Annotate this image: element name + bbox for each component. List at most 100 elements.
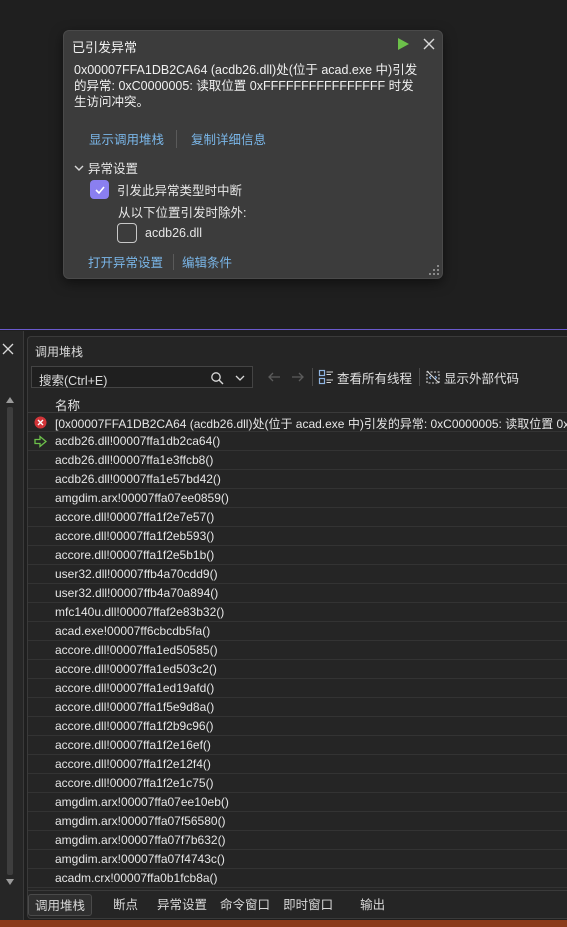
callstack-row[interactable]: user32.dll!00007ffb4a70a894() — [28, 584, 567, 603]
frame-name: amgdim.arx!00007ffa07ee0859() — [55, 491, 229, 505]
scrollbar[interactable] — [7, 407, 13, 875]
continue-play-icon[interactable] — [395, 36, 411, 52]
show-external-code-button[interactable]: 显示外部代码 — [425, 368, 519, 387]
search-input[interactable]: 搜索(Ctrl+E) — [31, 366, 253, 388]
popup-title: 已引发异常 — [72, 40, 138, 55]
callstack-row[interactable]: accore.dll!00007ffa1f2e12f4() — [28, 755, 567, 774]
callstack-row[interactable]: accore.dll!00007ffa1f2e5b1b() — [28, 546, 567, 565]
close-icon[interactable] — [421, 36, 437, 52]
callstack-rows: [0x00007FFA1DB2CA64 (acdb26.dll)处(位于 aca… — [28, 413, 567, 888]
callstack-grid: 名称 [0x00007FFA1DB2CA64 (acdb26.dll)处(位于 … — [28, 393, 567, 888]
callstack-row[interactable]: acadm.crx!00007ffa0b1fcb8a() — [28, 869, 567, 888]
show-external-code-label: 显示外部代码 — [444, 371, 520, 386]
module-option[interactable]: acdb26.dll — [117, 223, 202, 243]
tab-immediate-window[interactable]: 即时窗口 — [277, 894, 339, 916]
callstack-row[interactable]: accore.dll!00007ffa1f5e9d8a() — [28, 698, 567, 717]
grid-header: 名称 — [28, 393, 567, 413]
chevron-down-icon — [74, 165, 84, 171]
frame-name: [0x00007FFA1DB2CA64 (acdb26.dll)处(位于 aca… — [55, 417, 567, 431]
callstack-row[interactable]: accore.dll!00007ffa1f2b9c96() — [28, 717, 567, 736]
callstack-panel: 调用堆栈 搜索(Ctrl+E) 查看所有线程 显示外部代码 名称 [0x0000… — [27, 336, 567, 919]
view-all-threads-button[interactable]: 查看所有线程 — [318, 368, 412, 387]
callstack-row[interactable]: accore.dll!00007ffa1ed503c2() — [28, 660, 567, 679]
left-tool-strip — [0, 331, 24, 920]
close-icon[interactable] — [2, 343, 14, 355]
copy-details-link[interactable]: 复制详细信息 — [191, 129, 266, 148]
frame-name: acdb26.dll!00007ffa1e3ffcb8() — [55, 453, 214, 467]
open-exception-settings-link[interactable]: 打开异常设置 — [88, 252, 163, 271]
status-bar — [0, 920, 567, 927]
callstack-row[interactable]: amgdim.arx!00007ffa07f4743c() — [28, 850, 567, 869]
show-callstack-link[interactable]: 显示调用堆栈 — [89, 129, 164, 148]
module-label: acdb26.dll — [145, 226, 202, 240]
tab-callstack[interactable]: 调用堆栈 — [28, 894, 93, 916]
popup-bottom-actions: 打开异常设置 编辑条件 — [88, 252, 232, 271]
view-all-threads-label: 查看所有线程 — [337, 371, 413, 386]
frame-name: acad.exe!00007ff6cbcdb5fa() — [55, 624, 211, 638]
forward-arrow-icon[interactable] — [291, 371, 305, 383]
callstack-row[interactable]: acdb26.dll!00007ffa1e57bd42() — [28, 470, 567, 489]
frame-name: amgdim.arx!00007ffa07f7b632() — [55, 833, 226, 847]
frame-name: accore.dll!00007ffa1f2e16ef() — [55, 738, 211, 752]
separator — [173, 253, 175, 270]
search-placeholder: 搜索(Ctrl+E) — [39, 374, 108, 388]
frame-name: accore.dll!00007ffa1f2e7e57() — [55, 510, 215, 524]
callstack-row[interactable]: accore.dll!00007ffa1ed50585() — [28, 641, 567, 660]
separator — [312, 368, 313, 386]
callstack-row[interactable]: [0x00007FFA1DB2CA64 (acdb26.dll)处(位于 aca… — [28, 413, 567, 432]
callstack-row[interactable]: accore.dll!00007ffa1ed19afd() — [28, 679, 567, 698]
exception-settings-toggle[interactable]: 异常设置 — [73, 158, 138, 177]
exception-popup: 已引发异常 0x00007FFA1DB2CA64 (acdb26.dll)处(位… — [63, 30, 443, 279]
current-frame-arrow-icon — [34, 435, 47, 448]
callstack-row[interactable]: amgdim.arx!00007ffa07f56580() — [28, 812, 567, 831]
break-when-thrown-option[interactable]: 引发此异常类型时中断 — [90, 180, 242, 199]
frame-name: accore.dll!00007ffa1ed50585() — [55, 643, 218, 657]
popup-actions: 显示调用堆栈 复制详细信息 — [89, 129, 266, 148]
separator — [176, 129, 178, 148]
callstack-row[interactable]: accore.dll!00007ffa1f2e16ef() — [28, 736, 567, 755]
frame-name: accore.dll!00007ffa1f5e9d8a() — [55, 700, 215, 714]
callstack-row[interactable]: accore.dll!00007ffa1f2e7e57() — [28, 508, 567, 527]
frame-name: user32.dll!00007ffb4a70cdd9() — [55, 567, 218, 581]
frame-name: acdb26.dll!00007ffa1db2ca64() — [55, 434, 221, 448]
edit-conditions-link[interactable]: 编辑条件 — [182, 252, 232, 271]
break-when-thrown-label: 引发此异常类型时中断 — [117, 184, 243, 198]
tab-command-window[interactable]: 命令窗口 — [214, 894, 276, 916]
callstack-row[interactable]: amgdim.arx!00007ffa07f7b632() — [28, 831, 567, 850]
break-when-thrown-checkbox[interactable] — [90, 180, 109, 199]
error-icon — [34, 416, 47, 429]
callstack-row[interactable]: user32.dll!00007ffb4a70cdd9() — [28, 565, 567, 584]
bottom-tab-bar: 调用堆栈 断点 异常设置 命令窗口 即时窗口 输出 — [28, 890, 567, 918]
callstack-row[interactable]: acdb26.dll!00007ffa1e3ffcb8() — [28, 451, 567, 470]
search-icon[interactable] — [210, 371, 224, 385]
scroll-down-icon[interactable] — [6, 879, 14, 885]
separator — [419, 368, 421, 386]
frame-name: amgdim.arx!00007ffa07f4743c() — [55, 852, 225, 866]
frame-name: accore.dll!00007ffa1ed503c2() — [55, 662, 217, 676]
tab-exception-settings[interactable]: 异常设置 — [151, 894, 213, 916]
tab-output[interactable]: 输出 — [354, 894, 391, 916]
settings-header: 异常设置 — [88, 162, 139, 176]
callstack-row[interactable]: amgdim.arx!00007ffa07ee10eb() — [28, 793, 567, 812]
callstack-row[interactable]: acad.exe!00007ff6cbcdb5fa() — [28, 622, 567, 641]
scroll-up-icon[interactable] — [6, 397, 14, 403]
callstack-toolbar: 搜索(Ctrl+E) 查看所有线程 显示外部代码 — [28, 363, 567, 391]
chevron-down-icon[interactable] — [235, 374, 245, 382]
callstack-row[interactable]: accore.dll!00007ffa1f2e1c75() — [28, 774, 567, 793]
frame-name: user32.dll!00007ffb4a70a894() — [55, 586, 219, 600]
back-arrow-icon[interactable] — [267, 371, 281, 383]
frame-name: accore.dll!00007ffa1f2b9c96() — [55, 719, 214, 733]
module-checkbox[interactable] — [117, 223, 137, 243]
external-code-icon — [426, 370, 440, 384]
callstack-row[interactable]: amgdim.arx!00007ffa07ee0859() — [28, 489, 567, 508]
resize-grip-icon[interactable] — [429, 265, 439, 275]
editor-divider — [0, 329, 567, 330]
frame-name: accore.dll!00007ffa1f2e1c75() — [55, 776, 214, 790]
tab-breakpoints[interactable]: 断点 — [107, 894, 144, 916]
callstack-row[interactable]: acdb26.dll!00007ffa1db2ca64() — [28, 432, 567, 451]
callstack-row[interactable]: accore.dll!00007ffa1f2eb593() — [28, 527, 567, 546]
callstack-row[interactable]: mfc140u.dll!00007ffaf2e83b32() — [28, 603, 567, 622]
except-from-label: 从以下位置引发时除外: — [118, 206, 247, 220]
column-header-name[interactable]: 名称 — [55, 395, 80, 414]
frame-name: amgdim.arx!00007ffa07ee10eb() — [55, 795, 229, 809]
